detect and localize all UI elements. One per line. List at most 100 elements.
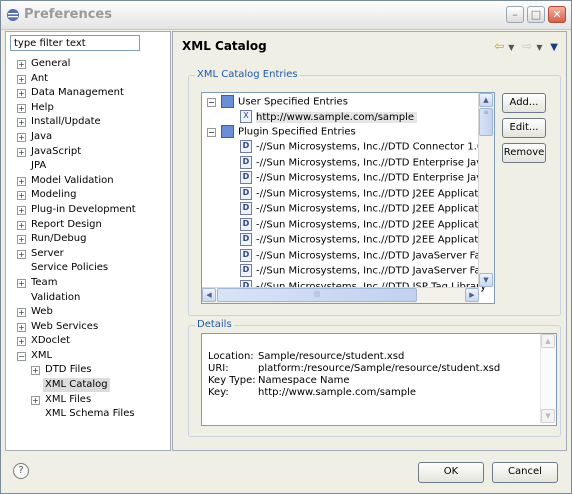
tree-item[interactable]: Validation <box>6 291 170 306</box>
details-scrollbar[interactable]: ▲ ▼ <box>540 334 556 423</box>
tree-item[interactable]: Service Policies <box>6 261 170 276</box>
tree-item[interactable]: XML Catalog <box>6 378 170 393</box>
tree-item[interactable]: + JavaScript <box>6 145 170 160</box>
scroll-up-button[interactable]: ▲ <box>479 93 493 107</box>
detail-value: Namespace Name <box>258 375 350 386</box>
collapse-icon[interactable]: − <box>207 128 216 137</box>
tree-item[interactable]: + Plug-in Development <box>6 203 170 218</box>
title-bar[interactable]: Preferences – □ ✕ <box>1 1 571 30</box>
expand-icon[interactable]: + <box>17 337 26 347</box>
close-button[interactable]: ✕ <box>548 6 566 23</box>
scroll-right-button[interactable]: ▶ <box>465 288 479 302</box>
ok-button[interactable]: OK <box>418 462 484 483</box>
tree-item[interactable]: + General <box>6 57 170 72</box>
tree-item[interactable]: + Run/Debug <box>6 232 170 247</box>
plugin-entry-row[interactable]: D -//Sun Microsystems, Inc.//DTD J2EE App… <box>240 233 494 248</box>
plugin-entry-row[interactable]: D -//Sun Microsystems, Inc.//DTD JavaServ… <box>240 248 494 264</box>
vertical-scrollbar[interactable]: ▲ ≡ ▼ <box>478 93 494 287</box>
tree-item-label: Team <box>31 276 58 288</box>
back-arrow-icon[interactable]: ⇦ <box>494 39 504 53</box>
expand-icon[interactable]: + <box>31 366 40 376</box>
add-button[interactable]: Add... <box>502 93 546 113</box>
help-icon[interactable]: ? <box>13 463 29 479</box>
tree-item[interactable]: + Server <box>6 247 170 262</box>
tree-item-label: Help <box>31 101 54 113</box>
tree-item[interactable]: + XML Files <box>6 393 170 408</box>
expand-icon[interactable]: + <box>17 249 26 259</box>
tree-item[interactable]: + Team <box>6 276 170 291</box>
dtd-file-icon: D <box>240 233 252 246</box>
tree-item[interactable]: + Ant <box>6 72 170 87</box>
user-entry-row[interactable]: Xhttp://www.sample.com/sample <box>240 110 418 125</box>
expand-icon[interactable]: + <box>17 118 26 128</box>
tree-item[interactable]: + Install/Update <box>6 115 170 130</box>
expand-icon[interactable]: + <box>17 220 26 230</box>
tree-item-label: Server <box>31 247 64 259</box>
plugin-entry-row[interactable]: D -//Sun Microsystems, Inc.//DTD Enterpri… <box>240 155 494 171</box>
dtd-file-icon: D <box>240 186 252 200</box>
expand-icon[interactable]: + <box>17 191 26 201</box>
user-entries-label: User Specified Entries <box>238 96 348 108</box>
tree-item[interactable]: + Report Design <box>6 218 170 233</box>
tree-item[interactable]: + XDoclet <box>6 334 170 349</box>
plugin-entry-label: -//Sun Microsystems, Inc.//DTD J2EE Appl… <box>256 188 495 199</box>
expand-icon[interactable]: + <box>31 395 40 405</box>
plugin-entry-label: -//Sun Microsystems, Inc.//DTD JavaServe… <box>256 265 495 277</box>
plugin-entry-row[interactable]: D -//Sun Microsystems, Inc.//DTD Enterpri… <box>240 171 495 186</box>
plugin-entry-row[interactable]: D -//Sun Microsystems, Inc.//DTD J2EE App… <box>240 186 495 202</box>
tree-item[interactable]: + Modeling <box>6 188 170 203</box>
catalog-entries-tree[interactable]: − User Specified Entries Xhttp://www.sam… <box>201 92 495 304</box>
vertical-scroll-thumb[interactable]: ≡ <box>479 108 493 136</box>
minimize-button[interactable]: – <box>506 6 524 23</box>
catalog-entries-label: XML Catalog Entries <box>195 69 300 80</box>
forward-arrow-icon[interactable]: ⇨ <box>522 39 532 53</box>
scroll-left-button[interactable]: ◀ <box>202 288 216 302</box>
expand-icon[interactable]: + <box>17 74 26 84</box>
tree-item-label: XML Catalog <box>43 378 110 393</box>
plugin-entry-row[interactable]: D -//Sun Microsystems, Inc.//DTD Connecto… <box>240 140 494 155</box>
tree-item[interactable]: + Java <box>6 130 170 145</box>
plugin-entry-row[interactable]: D -//Sun Microsystems, Inc.//DTD JavaServ… <box>240 264 495 279</box>
tree-item[interactable]: + Model Validation <box>6 174 170 189</box>
tree-item[interactable]: + Data Management <box>6 86 170 101</box>
horizontal-scroll-thumb[interactable]: ||| <box>217 288 417 302</box>
scroll-down-button[interactable]: ▼ <box>479 273 493 287</box>
expand-icon[interactable]: + <box>17 308 26 318</box>
cancel-button[interactable]: Cancel <box>492 462 558 483</box>
tree-item[interactable]: + DTD Files <box>6 363 170 378</box>
plugin-entry-row[interactable]: D -//Sun Microsystems, Inc.//DTD J2EE App… <box>240 202 494 217</box>
tree-item[interactable]: JPA <box>6 159 170 174</box>
tree-item-label: Modeling <box>31 189 77 201</box>
expand-icon[interactable]: + <box>17 205 26 215</box>
remove-button[interactable]: Remove <box>502 143 546 163</box>
expand-icon[interactable]: + <box>17 132 26 142</box>
expand-icon[interactable]: + <box>17 89 26 99</box>
expand-icon[interactable]: + <box>17 235 26 245</box>
tree-item[interactable]: XML Schema Files <box>6 407 170 422</box>
view-menu-icon[interactable]: ▼ <box>550 42 558 53</box>
page-title: XML Catalog <box>182 39 267 53</box>
maximize-button[interactable]: □ <box>527 6 545 23</box>
expand-icon[interactable]: + <box>17 103 26 113</box>
filter-input[interactable] <box>10 35 140 51</box>
tree-item[interactable]: − XML <box>6 349 170 364</box>
tree-item[interactable]: + Web Services <box>6 320 170 335</box>
horizontal-scrollbar[interactable]: ◀ ||| ▶ <box>202 287 479 303</box>
tree-item[interactable]: + Web <box>6 305 170 320</box>
expand-icon[interactable]: + <box>17 176 26 186</box>
details-scroll-down-button[interactable]: ▼ <box>541 409 555 423</box>
expand-icon[interactable]: + <box>17 147 26 157</box>
plugin-entry-row[interactable]: D -//Sun Microsystems, Inc.//DTD J2EE App… <box>240 217 494 233</box>
expand-icon[interactable]: + <box>17 278 26 288</box>
collapse-icon[interactable]: − <box>17 351 26 361</box>
expand-icon[interactable]: + <box>17 60 26 69</box>
tree-item[interactable]: + Help <box>6 101 170 116</box>
tree-item-label: Ant <box>31 72 49 84</box>
forward-dropdown-icon[interactable]: ▼ <box>536 43 542 52</box>
collapse-icon[interactable]: − <box>207 98 216 107</box>
edit-button[interactable]: Edit... <box>502 118 546 138</box>
plugin-entry-label: -//Sun Microsystems, Inc.//DTD Enterpris… <box>256 172 495 184</box>
details-scroll-up-button[interactable]: ▲ <box>541 334 555 348</box>
back-dropdown-icon[interactable]: ▼ <box>508 43 514 52</box>
expand-icon[interactable]: + <box>17 322 26 332</box>
